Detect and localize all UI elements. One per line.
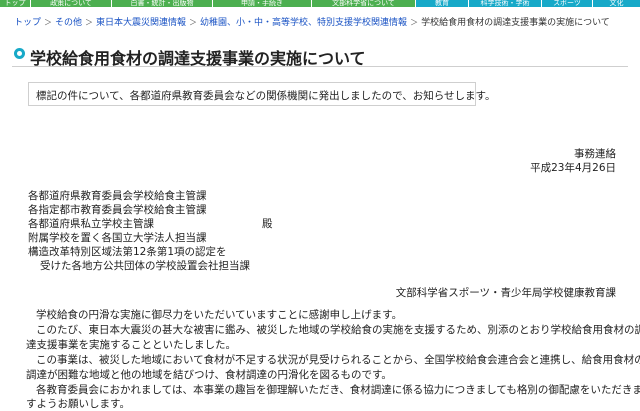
page-title: 学校給食用食材の調達支援事業の実施について: [30, 49, 366, 68]
body-line: 調達が困難な地域と他の地域を結びつけ、食材調達の円滑化を図るものです。: [26, 369, 392, 381]
body-line: この事業は、被災した地域において食材が不足する状況が見受けられることから、全国学…: [36, 354, 640, 366]
nav-item-education[interactable]: 教育: [416, 0, 468, 7]
recipient: 附属学校を置く各国立大学法人担当課: [28, 232, 207, 244]
notice-text: 標記の件について、各都道府県教育委員会などの関係機関に発出しましたので、お知らせ…: [36, 90, 496, 102]
breadcrumb-link-other[interactable]: その他: [55, 18, 82, 28]
letter-date: 平成23年4月26日: [530, 162, 616, 174]
nav-item-science[interactable]: 科学技術・学術: [469, 0, 541, 7]
recipient: 各都道府県教育委員会学校給食主管課: [28, 190, 207, 202]
nav-item-about[interactable]: 文部科学省について: [312, 0, 415, 7]
body-line: すようお願いします。: [26, 398, 130, 410]
breadcrumb-link-top[interactable]: トップ: [14, 18, 41, 28]
recipient: 各指定都市教育委員会学校給食主管課: [28, 204, 207, 216]
page-title-bar: 学校給食用食材の調達支援事業の実施について: [12, 44, 628, 68]
breadcrumb-link-earthquake[interactable]: 東日本大震災関連情報: [96, 18, 186, 28]
global-nav: トップ 政策について 白書・統計・出版物 申請・手続き 文部科学省について 教育…: [0, 0, 640, 7]
breadcrumb-separator: ＞: [85, 18, 94, 27]
breadcrumb-link-schools[interactable]: 幼稚園、小・中・高等学校、特別支援学校関連情報: [200, 18, 407, 28]
nav-item-sports[interactable]: スポーツ: [542, 0, 592, 7]
body-line: 達支援事業を実施することといたしました。: [26, 339, 236, 351]
body-line: 学校給食の円滑な実施に御尽力をいただいていますことに感謝申し上げます。: [36, 309, 403, 321]
bullet-circle-icon: [14, 48, 25, 59]
body-line: 各教育委員会におかれましては、本事業の趣旨を御理解いただき、食材調達に係る協力に…: [36, 384, 640, 396]
letter-sender: 文部科学省スポーツ・青少年局学校健康教育課: [395, 287, 616, 299]
nav-item-publications[interactable]: 白書・統計・出版物: [112, 0, 212, 7]
recipient: 構造改革特別区域法第12条第1項の認定を: [28, 246, 227, 258]
nav-item-policy[interactable]: 政策について: [31, 0, 111, 7]
nav-item-top[interactable]: トップ: [0, 0, 30, 7]
nav-item-culture[interactable]: 文化: [593, 0, 640, 7]
recipient: 各都道府県私立学校主管課: [28, 218, 154, 230]
breadcrumb: トップ＞その他＞東日本大震災関連情報＞幼稚園、小・中・高等学校、特別支援学校関連…: [14, 15, 634, 28]
honorific: 殿: [262, 218, 273, 230]
breadcrumb-separator: ＞: [410, 18, 419, 27]
letter-type: 事務連絡: [574, 148, 616, 160]
notice-box: 標記の件について、各都道府県教育委員会などの関係機関に発出しましたので、お知らせ…: [28, 82, 495, 106]
recipient: 受けた各地方公共団体の学校設置会社担当課: [40, 260, 250, 272]
nav-item-applications[interactable]: 申請・手続き: [213, 0, 311, 7]
breadcrumb-separator: ＞: [44, 18, 53, 27]
breadcrumb-separator: ＞: [189, 18, 198, 27]
body-line: このたび、東日本大震災の甚大な被害に鑑み、被災した地域の学校給食の実施を支援する…: [36, 324, 640, 336]
breadcrumb-current: 学校給食用食材の調達支援事業の実施について: [421, 18, 610, 28]
